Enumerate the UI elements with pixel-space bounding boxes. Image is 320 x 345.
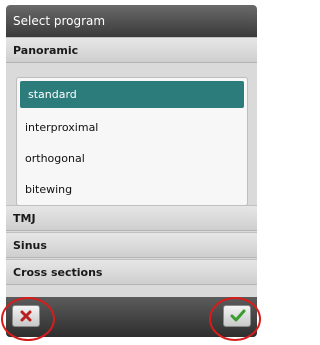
section-cross-sections[interactable]: Cross sections xyxy=(6,259,257,285)
select-program-dialog: Select program Panoramic standard interp… xyxy=(6,5,257,337)
cancel-highlight-circle xyxy=(1,297,55,341)
confirm-highlight-circle xyxy=(209,297,261,341)
section-tmj[interactable]: TMJ xyxy=(6,205,257,231)
program-selection-screen: Select program Panoramic standard interp… xyxy=(0,0,262,345)
dialog-title: Select program xyxy=(6,5,257,37)
program-item-bitewing[interactable]: bitewing xyxy=(17,174,247,206)
program-item-orthogonal[interactable]: orthogonal xyxy=(17,143,247,175)
section-panoramic[interactable]: Panoramic xyxy=(6,37,257,63)
program-list: standard interproximal orthogonal bitewi… xyxy=(16,77,248,206)
program-item-interproximal[interactable]: interproximal xyxy=(17,112,247,144)
program-item-standard[interactable]: standard xyxy=(20,81,244,108)
section-sinus[interactable]: Sinus xyxy=(6,232,257,258)
